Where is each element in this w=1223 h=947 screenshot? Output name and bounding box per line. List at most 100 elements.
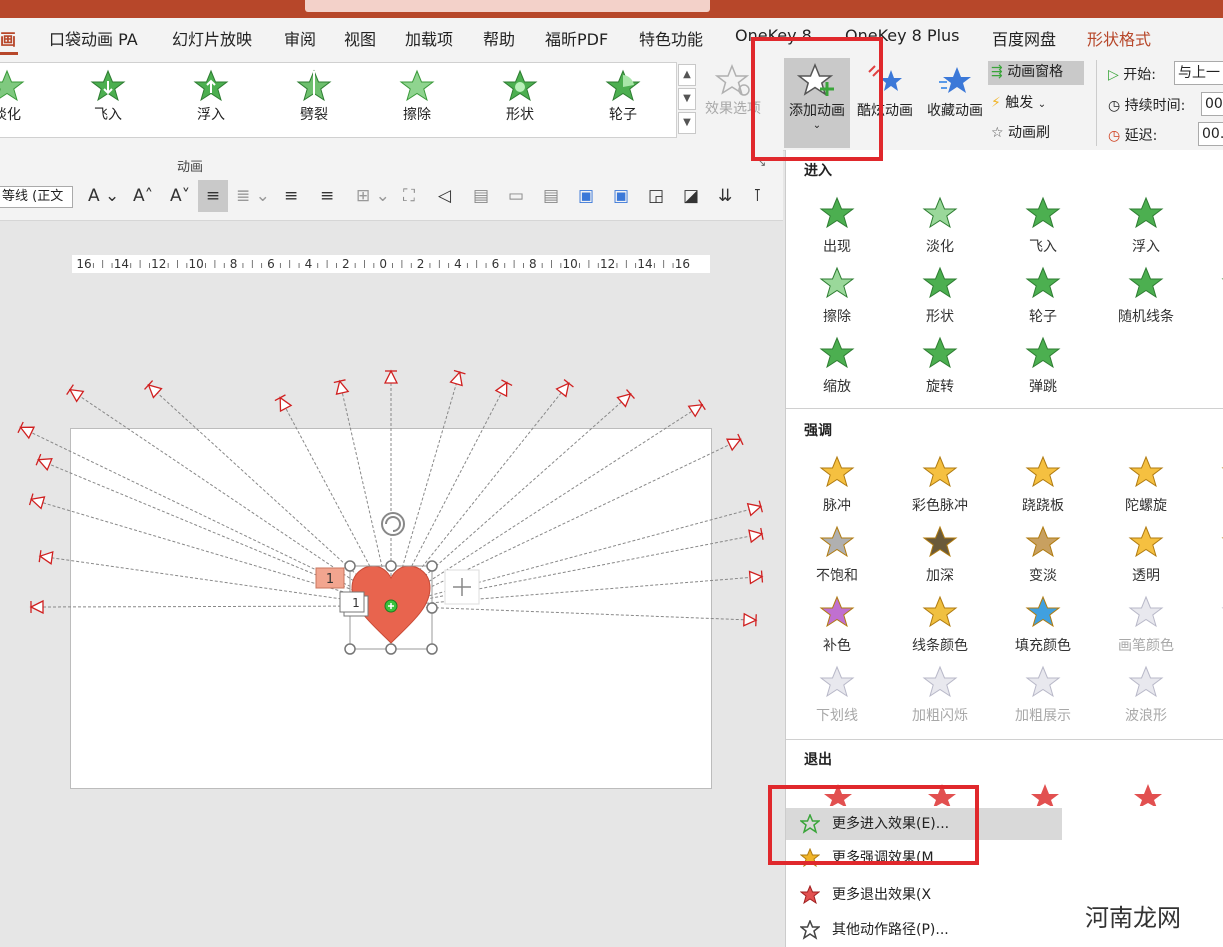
emphasis-effect-item[interactable]: =	[1196, 595, 1223, 651]
effect-label: 擦除	[823, 309, 851, 325]
effect-label: 画笔颜色	[1118, 638, 1174, 654]
emphasis-effect-item[interactable]: 下划线	[794, 665, 880, 725]
animation-pane-label: 动画窗格	[1007, 64, 1064, 80]
effect-star-icon	[1025, 525, 1061, 558]
motion-path-end-arrow[interactable]	[748, 527, 764, 544]
effect-label: 轮子	[1029, 309, 1057, 325]
enter-effect-item[interactable]: 擦除	[794, 266, 880, 326]
motion-path-end-arrow[interactable]	[449, 369, 466, 387]
effect-label: 浮入	[1132, 239, 1160, 255]
motion-path-end-arrow[interactable]	[746, 500, 763, 517]
emphasis-effect-item[interactable]: 加深	[897, 525, 983, 585]
emphasis-effect-item[interactable]: 变淡	[1000, 525, 1086, 585]
emphasis-effect-item[interactable]: 跷跷板	[1000, 455, 1086, 515]
emphasis-effect-item[interactable]: 陀螺旋	[1103, 455, 1189, 515]
emphasis-effect-item[interactable]: 填充颜色	[1000, 595, 1086, 655]
effect-star-icon	[922, 455, 958, 488]
tab-shape-format[interactable]: 形状格式	[1087, 26, 1151, 50]
animation-painter-button[interactable]: ☆ 动画刷	[991, 122, 1050, 142]
motion-path-end-arrow[interactable]	[333, 379, 350, 396]
emphasis-effect-item[interactable]: 不饱和	[794, 525, 880, 585]
emphasis-effect-item[interactable]: 加粗闪烁	[897, 665, 983, 725]
emphasis-effect-item[interactable]: 彩色脉冲	[897, 455, 983, 515]
motion-path-end-arrow[interactable]	[494, 379, 513, 398]
enter-effect-item[interactable]: 出现	[794, 196, 880, 256]
effect-star-icon	[922, 266, 958, 299]
enter-effect-item[interactable]: 形状	[897, 266, 983, 326]
motion-path-end-arrow[interactable]	[748, 570, 764, 585]
animation-painter-label: 动画刷	[1008, 125, 1051, 141]
emphasis-effect-item[interactable]: 脉冲	[794, 455, 880, 515]
enter-effect-item[interactable]: 轮子	[1000, 266, 1086, 326]
collect-animation-button[interactable]: 收藏动画	[922, 62, 988, 120]
section-emphasis-title: 强调	[804, 423, 832, 439]
motion-path-end-arrow[interactable]	[144, 380, 163, 399]
rotate-handle[interactable]	[381, 512, 405, 536]
animation-pane-button[interactable]: ⇶ 动画窗格	[988, 61, 1084, 85]
effect-label: 飞入	[1029, 239, 1057, 255]
emphasis-effect-item[interactable]: 线条颜色	[897, 595, 983, 655]
exit-star-icon	[800, 885, 820, 905]
motion-path-end-arrow[interactable]	[35, 453, 53, 472]
more-exit-effects[interactable]: 更多退出效果(X	[786, 879, 1062, 911]
delay-clock-icon: ◷	[1108, 128, 1121, 144]
motion-path-end-arrow[interactable]	[28, 493, 46, 510]
motion-path-line	[152, 388, 392, 607]
motion-path-end-arrow[interactable]	[687, 399, 706, 418]
effect-star-icon	[922, 595, 958, 628]
menu-label: 更多退出效果(X	[832, 887, 932, 903]
effect-label: 缩放	[823, 379, 851, 395]
trigger-button[interactable]: ⚡ 触发 ⌄	[991, 92, 1046, 112]
layout-plus-button[interactable]	[444, 569, 480, 605]
effect-star-icon	[1128, 196, 1164, 229]
motion-path-line	[36, 605, 392, 608]
enter-effect-item[interactable]: 淡化	[897, 196, 983, 256]
motion-path-end-arrow[interactable]	[383, 369, 399, 384]
effect-star-icon	[819, 525, 855, 558]
animation-stack-badge[interactable]: 1	[339, 591, 369, 617]
motion-path-end-arrow[interactable]	[555, 379, 574, 398]
tab-baidu-netdisk[interactable]: 百度网盘	[992, 26, 1056, 50]
start-select[interactable]: 与上一	[1174, 61, 1223, 85]
enter-effect-item[interactable]: 旋转	[897, 336, 983, 396]
effect-label: 出现	[823, 239, 851, 255]
enter-effect-item[interactable]: 随机线条	[1103, 266, 1189, 326]
motion-path-end-arrow[interactable]	[743, 612, 758, 627]
motion-path-end-arrow[interactable]	[616, 389, 635, 408]
animation-painter-icon: ☆	[991, 125, 1004, 141]
delay-label: 延迟:	[1124, 128, 1158, 144]
enter-effect-item[interactable]: 翻	[1196, 266, 1223, 326]
motion-path-end-arrow[interactable]	[725, 433, 744, 452]
effect-label: 不饱和	[816, 568, 858, 584]
divider	[786, 739, 1223, 740]
effect-label: 变淡	[1029, 568, 1057, 584]
emphasis-effect-item[interactable]: 透明	[1103, 525, 1189, 585]
animation-sequence-badge[interactable]: 1	[315, 567, 345, 589]
sequence-number: 1	[326, 572, 334, 587]
emphasis-effect-item[interactable]: 放	[1196, 455, 1223, 515]
motion-path-end-arrow[interactable]	[274, 394, 293, 413]
emphasis-effect-item[interactable]: 对	[1196, 525, 1223, 585]
delay-row: ◷ 延迟:	[1108, 125, 1157, 145]
enter-effect-item[interactable]: 弹跳	[1000, 336, 1086, 396]
motion-path-end-arrow[interactable]	[17, 421, 36, 440]
motion-path-end-arrow[interactable]	[29, 599, 44, 615]
effect-star-icon	[922, 665, 958, 698]
duration-input[interactable]: 00	[1201, 92, 1223, 116]
effect-star-icon	[1221, 278, 1223, 280]
effect-star-icon	[819, 455, 855, 488]
motion-path-end-arrow[interactable]	[38, 550, 54, 565]
effect-star-icon	[819, 196, 855, 229]
effect-star-icon	[819, 336, 855, 369]
enter-effect-item[interactable]: 缩放	[794, 336, 880, 396]
enter-effect-item[interactable]: 飞入	[1000, 196, 1086, 256]
more-motion-paths[interactable]: 其他动作路径(P)...	[786, 914, 1062, 946]
emphasis-effect-item[interactable]: 画笔颜色	[1103, 595, 1189, 655]
clock-icon: ◷	[1108, 98, 1121, 114]
emphasis-effect-item[interactable]: 补色	[794, 595, 880, 655]
delay-input[interactable]: 00.	[1198, 122, 1223, 146]
emphasis-effect-item[interactable]: 波浪形	[1103, 665, 1189, 725]
motion-path-end-arrow[interactable]	[66, 384, 85, 403]
emphasis-effect-item[interactable]: 加粗展示	[1000, 665, 1086, 725]
enter-effect-item[interactable]: 浮入	[1103, 196, 1189, 256]
